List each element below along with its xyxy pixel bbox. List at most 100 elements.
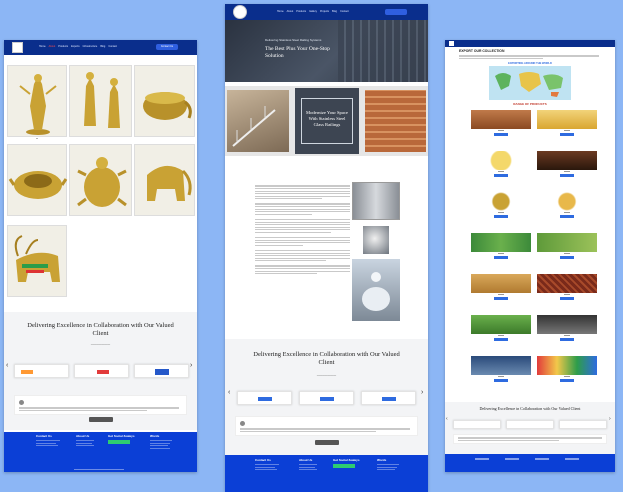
hero-banner: Delivering Stainless Steel Railing Syste… <box>225 20 428 82</box>
feature-band: Modernize Your Space With Stainless Stee… <box>225 86 428 156</box>
export-site-screenshot: EXPORT OUR COLLECTION EXPORTING AROUND T… <box>445 40 615 472</box>
product-photo-goddess[interactable] <box>7 65 67 137</box>
client-logo <box>506 420 554 429</box>
contact-button[interactable]: Contact Us <box>156 44 178 50</box>
promo-tile: Modernize Your Space With Stainless Stee… <box>295 88 359 154</box>
nav-item[interactable]: Blog <box>332 10 337 13</box>
clients-section: Delivering Excellence in Collaboration w… <box>445 402 615 454</box>
nav-item[interactable]: Blog <box>100 45 105 48</box>
product-card[interactable]: ▬▬▬ <box>537 356 597 382</box>
brass-goddess-icon <box>19 74 57 135</box>
nav-item[interactable]: Infrastructure <box>83 45 98 48</box>
main-nav: Home About Products Exports Infrastructu… <box>39 45 117 48</box>
nav-item[interactable]: Home <box>277 10 284 13</box>
article-text <box>255 184 350 276</box>
site-logo[interactable] <box>12 42 23 53</box>
carousel-prev-icon[interactable]: ‹ <box>228 389 230 396</box>
footer-heading: About Us <box>76 434 90 438</box>
product-card[interactable]: ▬▬▬ <box>471 356 531 382</box>
product-photo-figures[interactable] <box>69 65 132 137</box>
nav-item[interactable]: Projects <box>320 10 329 13</box>
site-header: Home About Products Gallery Projects Blo… <box>225 4 428 20</box>
map-title: EXPORTING AROUND THE WORLD <box>508 62 552 65</box>
hero-title: The Best Plus Your One-Stop Solution <box>265 46 330 59</box>
footer-heading: Words <box>377 458 387 462</box>
product-card[interactable]: ▬▬▬ <box>471 151 531 177</box>
product-photo-elephant-bowl[interactable] <box>134 65 195 137</box>
steel-figure-icon <box>362 272 390 311</box>
carousel-next-icon[interactable]: › <box>421 389 423 396</box>
footer-heading: Words <box>150 434 160 438</box>
testimonial-card <box>235 416 418 436</box>
product-card[interactable]: ▬▬▬ <box>537 233 597 259</box>
footer-heading: About Us <box>299 458 313 462</box>
footer-heading: Get Social Zealeys <box>108 434 135 438</box>
caption: ▬ <box>36 138 38 140</box>
product-photo-lamp[interactable] <box>7 144 68 216</box>
client-logo <box>14 364 69 378</box>
clients-section-title: Delivering Excellence in Collaboration w… <box>253 351 400 366</box>
client-logo <box>299 391 354 405</box>
product-card[interactable]: ▬▬▬ <box>471 192 531 218</box>
carousel-prev-icon[interactable]: ‹ <box>6 362 8 369</box>
nav-item[interactable]: Home <box>39 45 46 48</box>
product-card[interactable]: ▬▬▬ <box>537 110 597 136</box>
clients-section-title: Delivering Excellence in Collaboration w… <box>27 322 174 337</box>
nav-item[interactable]: Products <box>58 45 68 48</box>
view-more-button[interactable] <box>89 417 113 422</box>
world-map <box>489 66 571 100</box>
product-card[interactable]: ▬▬▬ <box>537 151 597 177</box>
main-nav: Home About Products Gallery Projects Blo… <box>277 10 349 13</box>
client-logo <box>134 364 189 378</box>
nav-item[interactable]: Contact <box>340 10 349 13</box>
page-heading: EXPORT OUR COLLECTION <box>459 49 505 53</box>
brass-turtle-icon <box>77 157 127 207</box>
steel-figure-photo <box>352 259 400 321</box>
nav-item[interactable]: Exports <box>71 45 79 48</box>
product-card[interactable]: ▬▬▬ <box>471 274 531 300</box>
brass-bowl-icon <box>143 92 192 120</box>
product-card[interactable]: ▬▬▬ <box>537 192 597 218</box>
product-card[interactable]: ▬▬▬ <box>471 315 531 341</box>
world-map-icon <box>495 72 563 97</box>
nav-item[interactable]: About <box>287 10 294 13</box>
wall-photo <box>365 90 426 152</box>
nav-item[interactable]: Products <box>296 10 306 13</box>
product-card[interactable]: ▬▬▬ <box>537 274 597 300</box>
site-footer <box>445 454 615 472</box>
product-photo-bull[interactable] <box>7 225 67 297</box>
nav-item[interactable]: About <box>49 45 56 48</box>
clients-subtitle: ━━━━━━━━━━━━━━━━ <box>316 375 337 377</box>
client-logo <box>237 391 292 405</box>
carousel-prev-icon[interactable]: ‹ <box>446 416 448 422</box>
site-header: Home About Products Exports Infrastructu… <box>4 40 197 55</box>
clients-section-title: Delivering Excellence in Collaboration w… <box>479 406 581 411</box>
product-photo-elephant[interactable] <box>134 144 195 216</box>
railing-site-screenshot: Home About Products Gallery Projects Blo… <box>225 4 428 492</box>
nav-item[interactable]: Contact <box>108 45 117 48</box>
client-logo <box>453 420 501 429</box>
carousel-next-icon[interactable]: › <box>190 362 192 369</box>
carousel-next-icon[interactable]: › <box>609 416 611 422</box>
testimonial-card <box>14 395 187 415</box>
footer-heading: Contact Us <box>36 434 52 438</box>
contact-button[interactable] <box>385 9 407 15</box>
brass-bull-icon <box>14 235 60 282</box>
steel-gate-photo <box>352 182 400 220</box>
product-card[interactable]: ▬▬▬ <box>471 233 531 259</box>
view-more-button[interactable] <box>315 440 339 445</box>
brass-site-screenshot: Home About Products Exports Infrastructu… <box>4 40 197 472</box>
footer-heading: Contact Us <box>255 458 271 462</box>
site-logo[interactable] <box>233 5 247 19</box>
site-footer: Contact Us About Us Get Social Zealeys W… <box>225 455 428 492</box>
product-photo-turtle[interactable] <box>69 144 132 216</box>
site-logo[interactable] <box>449 41 454 46</box>
site-header <box>445 40 615 47</box>
product-card[interactable]: ▬▬▬ <box>537 315 597 341</box>
client-logo <box>361 391 416 405</box>
client-logo <box>74 364 129 378</box>
nav-item[interactable]: Gallery <box>309 10 317 13</box>
brass-figures-icon <box>84 72 120 128</box>
range-title: RANGE OF PRODUCTS <box>513 102 547 106</box>
product-card[interactable]: ▬▬▬ <box>471 110 531 136</box>
